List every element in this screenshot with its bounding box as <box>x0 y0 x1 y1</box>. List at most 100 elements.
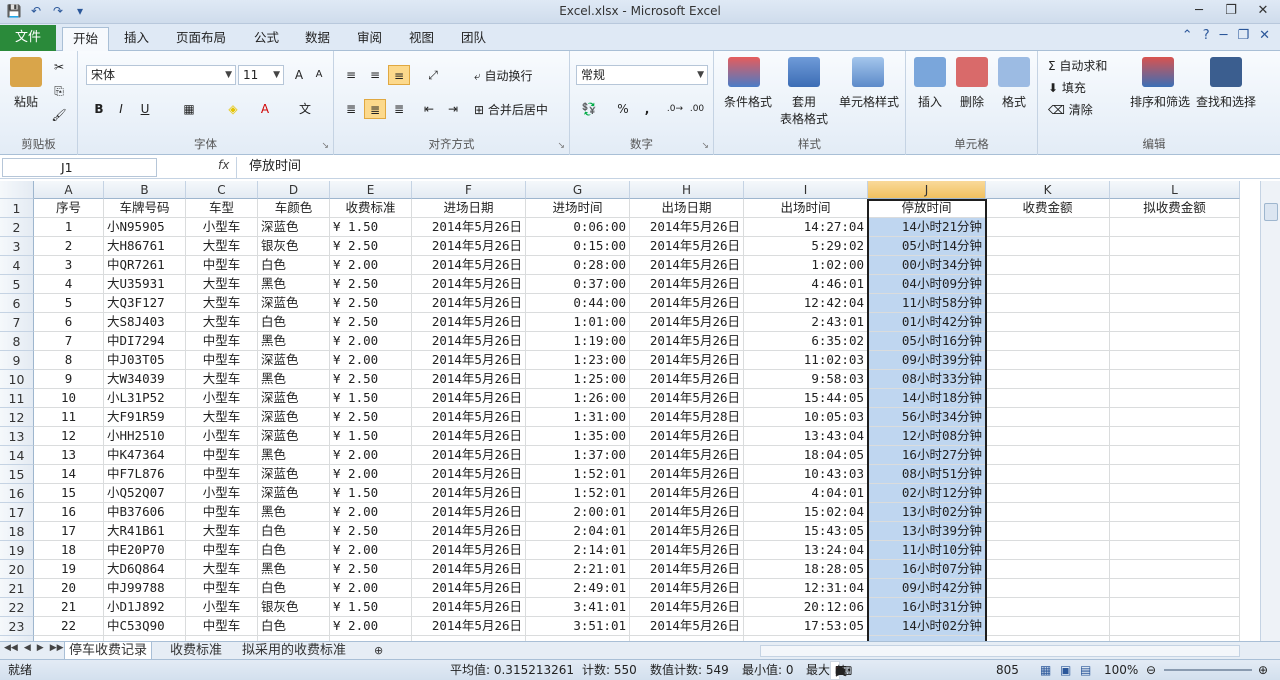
minimize-button[interactable]: ─ <box>1190 2 1208 20</box>
table-cell[interactable]: 2014年5月26日 <box>630 503 744 522</box>
table-cell[interactable]: 2:49:01 <box>526 579 630 598</box>
table-cell[interactable]: 10 <box>34 389 104 408</box>
percent-button[interactable]: % <box>612 99 634 119</box>
table-cell[interactable]: 1:52:01 <box>526 465 630 484</box>
table-cell[interactable]: 2014年5月26日 <box>630 389 744 408</box>
table-cell[interactable]: 中型车 <box>186 351 258 370</box>
column-header-j[interactable]: J <box>868 181 986 199</box>
table-cell[interactable]: 16小时27分钟 <box>868 446 986 465</box>
table-cell[interactable]: 大型车 <box>186 294 258 313</box>
table-cell[interactable]: 小L31P52 <box>104 389 186 408</box>
table-cell[interactable]: 大Q3F127 <box>104 294 186 313</box>
table-cell[interactable]: 2014年5月26日 <box>412 427 526 446</box>
table-cell[interactable]: 中B37606 <box>104 503 186 522</box>
increase-indent-icon[interactable]: ⇥ <box>442 99 464 119</box>
table-cell[interactable]: 1:52:01 <box>526 484 630 503</box>
format-cells-button[interactable]: 格式 <box>994 93 1034 110</box>
table-cell[interactable]: ¥ 2.50 <box>330 237 412 256</box>
row-header[interactable]: 15 <box>0 465 34 484</box>
table-cell[interactable] <box>986 617 1110 636</box>
table-cell[interactable] <box>1110 332 1240 351</box>
font-name-combo[interactable]: 宋体 ▼ <box>86 65 236 85</box>
header-cell[interactable]: 出场时间 <box>744 199 868 218</box>
tools-icon[interactable]: ✎ <box>835 661 845 680</box>
copy-icon[interactable]: ⎘ <box>48 81 70 101</box>
table-cell[interactable]: 20 <box>34 579 104 598</box>
table-cell[interactable]: 18:04:05 <box>744 446 868 465</box>
column-header-l[interactable]: L <box>1110 181 1240 199</box>
table-cell[interactable]: 14:27:04 <box>744 218 868 237</box>
table-cell[interactable]: 17:53:05 <box>744 617 868 636</box>
table-cell[interactable]: 2014年5月28日 <box>630 408 744 427</box>
table-cell[interactable]: 2014年5月26日 <box>630 541 744 560</box>
table-cell[interactable]: ¥ 2.00 <box>330 617 412 636</box>
row-header[interactable]: 11 <box>0 389 34 408</box>
restore-button[interactable]: ❐ <box>1222 2 1240 20</box>
table-cell[interactable]: ¥ 2.00 <box>330 446 412 465</box>
table-cell[interactable]: 大W34039 <box>104 370 186 389</box>
table-cell[interactable]: 14小时18分钟 <box>868 389 986 408</box>
table-cell[interactable]: 1:19:00 <box>526 332 630 351</box>
table-cell[interactable]: 小型车 <box>186 484 258 503</box>
table-cell[interactable]: 2014年5月26日 <box>412 389 526 408</box>
table-cell[interactable]: 13小时39分钟 <box>868 522 986 541</box>
sheet-tab-proposed-standard[interactable]: 拟采用的收费标准 <box>238 642 350 660</box>
row-header[interactable]: 13 <box>0 427 34 446</box>
row-header[interactable]: 23 <box>0 617 34 636</box>
table-cell[interactable]: 4:46:01 <box>744 275 868 294</box>
format-as-table-icon[interactable] <box>788 57 820 87</box>
table-cell[interactable] <box>986 427 1110 446</box>
table-cell[interactable]: 13:43:04 <box>744 427 868 446</box>
insert-cells-icon[interactable] <box>914 57 946 87</box>
table-cell[interactable]: 05小时14分钟 <box>868 237 986 256</box>
vertical-scroll-thumb[interactable] <box>1264 203 1278 221</box>
table-cell[interactable]: 08小时51分钟 <box>868 465 986 484</box>
tab-insert[interactable]: 插入 <box>114 27 159 51</box>
table-cell[interactable]: 2:43:01 <box>744 313 868 332</box>
table-cell[interactable]: 7 <box>34 332 104 351</box>
prev-sheet-icon[interactable]: ◀ <box>24 643 31 653</box>
table-cell[interactable]: 13:24:04 <box>744 541 868 560</box>
table-cell[interactable] <box>986 522 1110 541</box>
row-header[interactable]: 16 <box>0 484 34 503</box>
sheet-tab-fee-standard[interactable]: 收费标准 <box>166 642 226 660</box>
grow-font-button[interactable]: A <box>288 65 310 85</box>
table-cell[interactable]: 深蓝色 <box>258 427 330 446</box>
row-header[interactable]: 6 <box>0 294 34 313</box>
table-cell[interactable] <box>986 465 1110 484</box>
table-cell[interactable]: 08小时33分钟 <box>868 370 986 389</box>
table-cell[interactable] <box>986 560 1110 579</box>
header-cell[interactable]: 进场时间 <box>526 199 630 218</box>
close-button[interactable]: ✕ <box>1254 2 1272 20</box>
normal-view-icon[interactable]: ▦ <box>1040 660 1051 680</box>
table-cell[interactable]: 小HH2510 <box>104 427 186 446</box>
table-cell[interactable] <box>1110 617 1240 636</box>
table-cell[interactable]: 14小时02分钟 <box>868 617 986 636</box>
font-size-combo[interactable]: 11 ▼ <box>238 65 284 85</box>
table-cell[interactable]: 白色 <box>258 541 330 560</box>
sort-filter-button[interactable]: 排序和筛选 <box>1128 93 1192 110</box>
zoom-slider[interactable] <box>1164 669 1252 671</box>
find-select-icon[interactable] <box>1210 57 1242 87</box>
table-cell[interactable]: 小型车 <box>186 389 258 408</box>
table-cell[interactable]: 深蓝色 <box>258 389 330 408</box>
table-cell[interactable]: 中型车 <box>186 332 258 351</box>
table-cell[interactable]: 中型车 <box>186 465 258 484</box>
table-cell[interactable]: 11 <box>34 408 104 427</box>
table-cell[interactable]: 1:31:00 <box>526 408 630 427</box>
table-cell[interactable]: 2014年5月26日 <box>630 370 744 389</box>
table-cell[interactable]: 2014年5月26日 <box>412 617 526 636</box>
table-cell[interactable]: 1:35:00 <box>526 427 630 446</box>
table-cell[interactable] <box>1110 294 1240 313</box>
table-cell[interactable]: 大H86761 <box>104 237 186 256</box>
row-header[interactable]: 14 <box>0 446 34 465</box>
table-cell[interactable]: 1:37:00 <box>526 446 630 465</box>
table-cell[interactable]: 大S8J403 <box>104 313 186 332</box>
table-cell[interactable]: 2014年5月26日 <box>412 541 526 560</box>
header-cell[interactable]: 拟收费金额 <box>1110 199 1240 218</box>
row-header[interactable]: 10 <box>0 370 34 389</box>
table-cell[interactable]: 小型车 <box>186 598 258 617</box>
table-cell[interactable]: 1:23:00 <box>526 351 630 370</box>
table-cell[interactable]: ¥ 1.50 <box>330 218 412 237</box>
table-cell[interactable]: 16 <box>34 503 104 522</box>
